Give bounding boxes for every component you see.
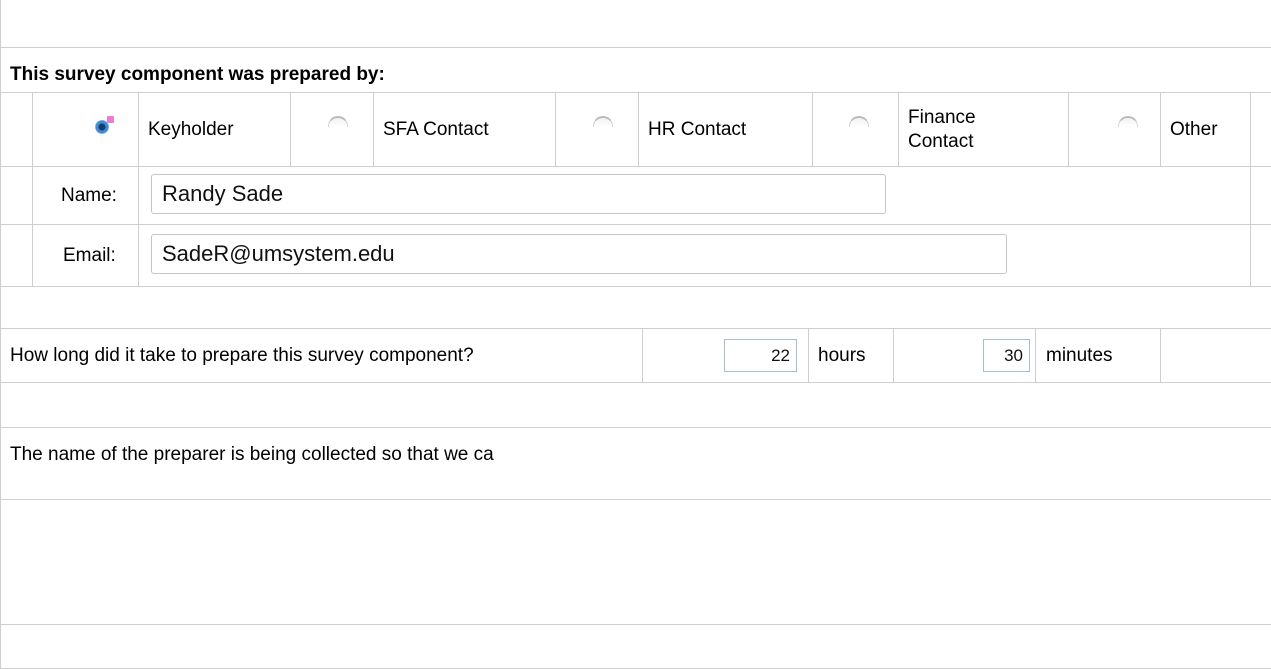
grid-line bbox=[642, 328, 643, 382]
grid-line bbox=[1035, 328, 1036, 382]
minutes-label: minutes bbox=[1046, 345, 1113, 366]
preparer-note: The name of the preparer is being collec… bbox=[10, 444, 494, 465]
hours-label: hours bbox=[818, 345, 866, 366]
time-question: How long did it take to prepare this sur… bbox=[10, 345, 474, 366]
email-input[interactable] bbox=[151, 234, 1007, 274]
section-title: This survey component was prepared by: bbox=[10, 64, 385, 85]
hours-input[interactable] bbox=[724, 339, 797, 372]
left-border bbox=[0, 0, 1, 669]
grid-line bbox=[1250, 92, 1251, 286]
divider bbox=[0, 47, 1271, 48]
grid-line bbox=[893, 328, 894, 382]
divider bbox=[0, 382, 1271, 383]
grid-line bbox=[808, 328, 809, 382]
divider bbox=[0, 499, 1271, 500]
grid-line bbox=[138, 92, 139, 286]
grid-line bbox=[1068, 92, 1069, 166]
grid-line bbox=[638, 92, 639, 166]
grid-line bbox=[555, 92, 556, 166]
radio-sfa-contact[interactable] bbox=[326, 116, 348, 130]
grid-line bbox=[1160, 328, 1161, 382]
role-label-sfa-contact: SFA Contact bbox=[383, 119, 489, 140]
grid-line bbox=[1160, 92, 1161, 166]
divider bbox=[0, 286, 1271, 287]
radio-finance-contact[interactable] bbox=[847, 116, 869, 130]
name-input[interactable] bbox=[151, 174, 886, 214]
grid-line bbox=[812, 92, 813, 166]
name-label: Name: bbox=[61, 185, 117, 206]
divider bbox=[0, 624, 1271, 625]
divider bbox=[0, 224, 1271, 225]
divider bbox=[0, 427, 1271, 428]
role-label-other: Other bbox=[1170, 119, 1218, 140]
email-label: Email: bbox=[63, 245, 116, 266]
divider bbox=[0, 166, 1271, 167]
role-label-finance-contact: Finance Contact bbox=[908, 107, 976, 152]
divider bbox=[0, 92, 1271, 93]
grid-line bbox=[32, 92, 33, 286]
radio-hr-contact[interactable] bbox=[591, 116, 613, 130]
radio-keyholder[interactable] bbox=[94, 115, 116, 137]
grid-line bbox=[898, 92, 899, 166]
minutes-input[interactable] bbox=[983, 339, 1030, 372]
radio-other[interactable] bbox=[1116, 116, 1138, 130]
divider bbox=[0, 328, 1271, 329]
grid-line bbox=[373, 92, 374, 166]
role-label-hr-contact: HR Contact bbox=[648, 119, 747, 140]
role-label-keyholder: Keyholder bbox=[148, 119, 234, 140]
grid-line bbox=[290, 92, 291, 166]
